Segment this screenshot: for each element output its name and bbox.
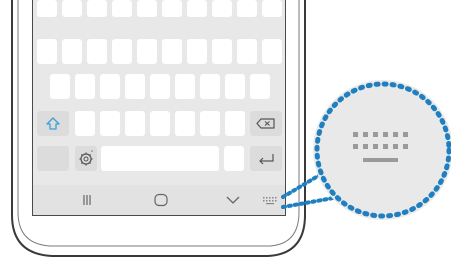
keyboard-switch-icon — [353, 132, 408, 162]
keyboard-switch-magnifier — [313, 80, 451, 220]
phone-device — [0, 0, 451, 264]
